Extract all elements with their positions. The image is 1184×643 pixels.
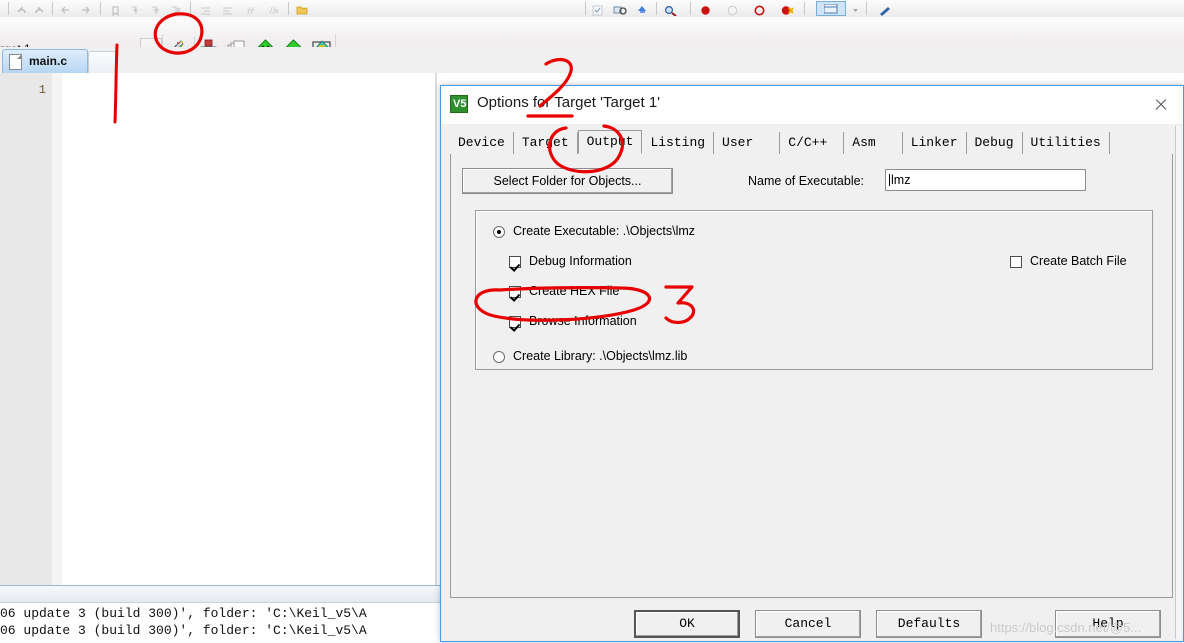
create-batch-file-label: Create Batch File — [1030, 254, 1127, 268]
dialog-scrollbar[interactable] — [1175, 126, 1181, 639]
breakpoint-kill-icon[interactable] — [781, 3, 794, 15]
tab-asm[interactable]: Asm — [844, 132, 903, 154]
comment-icon[interactable] — [246, 3, 257, 15]
output-options-groupbox: Create Executable: .\Objects\lmz Debug I… — [475, 210, 1153, 370]
options-for-target-dialog[interactable]: V5 Options for Target 'Target 1' Device … — [440, 85, 1184, 642]
checkbox-icon[interactable] — [592, 3, 603, 16]
build-output-line-1: 06 update 3 (build 300)', folder: 'C:\Ke… — [0, 606, 367, 621]
tab-user[interactable]: User — [714, 132, 781, 154]
find-in-files-icon[interactable] — [613, 3, 627, 15]
toolbar-separator — [8, 2, 9, 15]
create-library-label: Create Library: .\Objects\lmz.lib — [513, 349, 688, 363]
create-batch-file-checkbox[interactable] — [1010, 256, 1022, 268]
create-executable-radio[interactable] — [493, 226, 505, 238]
toolbar-separator — [585, 2, 586, 15]
toolbar-separator — [866, 2, 867, 15]
tab-debug[interactable]: Debug — [967, 132, 1023, 154]
watermark: https://blog.csdn.net/@5... — [990, 620, 1142, 635]
text-caret — [889, 174, 890, 186]
toolbar-separator — [52, 2, 53, 15]
toolbar-separator — [190, 2, 191, 15]
name-of-executable-input[interactable]: lmz — [885, 169, 1086, 191]
keil-v5-icon-text: V5 — [453, 98, 467, 110]
editor-gutter-strip — [52, 73, 62, 585]
open-folder-icon[interactable] — [296, 3, 308, 15]
cancel-button[interactable]: Cancel — [755, 610, 861, 638]
back-icon[interactable] — [60, 3, 71, 14]
toolbar-separator — [100, 2, 101, 15]
name-of-executable-value: lmz — [891, 173, 911, 187]
dialog-title: Options for Target 'Target 1' — [477, 94, 661, 111]
bookmark-icon[interactable] — [110, 3, 121, 17]
tab-output[interactable]: Output — [577, 130, 643, 154]
dropdown-icon[interactable] — [852, 3, 863, 14]
select-folder-for-objects-button[interactable]: Select Folder for Objects... — [462, 168, 673, 194]
file-tabstrip[interactable]: main.c — [0, 47, 1184, 74]
toolbar-row-upper[interactable] — [0, 0, 1184, 18]
keil-v5-icon: V5 — [450, 95, 468, 113]
document-icon — [9, 54, 22, 70]
tab-utilities[interactable]: Utilities — [1023, 132, 1110, 154]
insert-icon[interactable] — [636, 3, 647, 14]
editor-line-number: 1 — [38, 83, 46, 97]
breakpoint-disabled-icon[interactable] — [754, 3, 765, 16]
indent-icon[interactable] — [200, 3, 211, 15]
redo-icon[interactable] — [34, 3, 45, 14]
name-of-executable-label: Name of Executable: — [748, 174, 865, 188]
next-bookmark-icon[interactable] — [150, 3, 161, 14]
editor-gutter: 1 — [0, 73, 53, 585]
breakpoint-icon[interactable] — [700, 3, 711, 15]
file-tab-label: main.c — [29, 54, 68, 68]
toolbar-separator — [690, 2, 691, 15]
toolbar-row-lower[interactable]: rget 1 — [0, 17, 1184, 64]
browse-information-label: Browse Information — [529, 314, 637, 328]
debug-information-label: Debug Information — [529, 254, 632, 268]
close-icon[interactable] — [1139, 86, 1183, 123]
file-tab-main-c[interactable]: main.c — [2, 49, 88, 73]
prev-bookmark-icon[interactable] — [130, 3, 141, 14]
build-output-line-2: 06 update 3 (build 300)', folder: 'C:\Ke… — [0, 623, 367, 638]
tab-c-cpp[interactable]: C/C++ — [780, 132, 845, 154]
tab-listing[interactable]: Listing — [642, 132, 715, 154]
outdent-icon[interactable] — [222, 3, 233, 15]
tab-linker[interactable]: Linker — [903, 132, 967, 154]
ok-button[interactable]: OK — [634, 610, 740, 638]
toolbar-separator — [288, 2, 289, 15]
toolbar-separator — [804, 2, 805, 15]
output-tab-panel: Select Folder for Objects... Name of Exe… — [450, 154, 1173, 598]
window-icon[interactable] — [816, 1, 846, 16]
breakpoint-off-icon[interactable] — [727, 3, 738, 16]
dialog-titlebar[interactable]: V5 Options for Target 'Target 1' — [441, 86, 1183, 124]
debug-information-checkbox[interactable] — [509, 256, 521, 268]
dialog-tabstrip[interactable]: Device Target Output Listing User C/C++ … — [450, 130, 1110, 154]
tab-device[interactable]: Device — [450, 132, 514, 154]
zoom-icon[interactable] — [664, 3, 677, 17]
create-executable-label: Create Executable: .\Objects\lmz — [513, 224, 696, 238]
defaults-button[interactable]: Defaults — [876, 610, 982, 638]
clear-bookmarks-icon[interactable] — [170, 3, 181, 14]
dialog-body: Device Target Output Listing User C/C++ … — [441, 124, 1183, 641]
create-library-radio[interactable] — [493, 351, 505, 363]
debug-icon[interactable] — [878, 3, 890, 16]
tab-target[interactable]: Target — [514, 132, 578, 154]
uncomment-icon[interactable] — [268, 3, 279, 15]
file-tab-extra[interactable] — [88, 51, 116, 74]
create-hex-file-checkbox[interactable] — [509, 286, 521, 298]
toolbar-separator — [656, 2, 657, 15]
undo-icon[interactable] — [16, 3, 27, 14]
create-hex-file-label: Create HEX File — [529, 284, 620, 298]
browse-information-checkbox[interactable] — [509, 316, 521, 328]
forward-icon[interactable] — [80, 3, 91, 14]
